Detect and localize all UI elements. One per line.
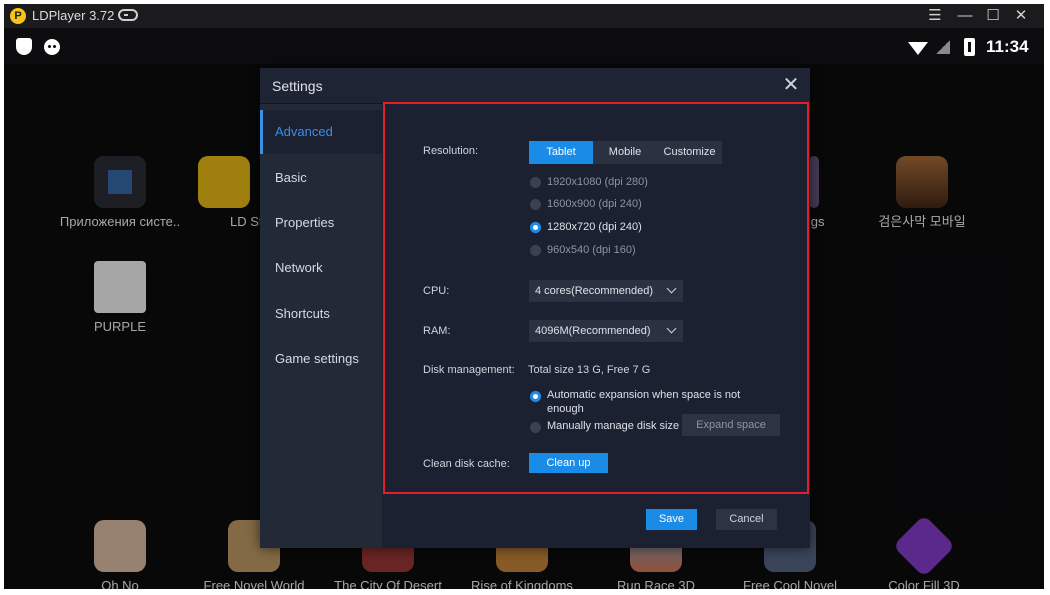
minimize-button[interactable]: —: [954, 5, 976, 27]
gamepad-icon[interactable]: [118, 9, 138, 21]
wifi-icon: [908, 42, 928, 55]
settings-sidebar: Advanced Basic Properties Network Shortc…: [260, 104, 382, 548]
battery-icon: [964, 38, 975, 56]
highlight-box: [383, 102, 809, 494]
sidebar-item-basic[interactable]: Basic: [260, 156, 382, 200]
cancel-button[interactable]: Cancel: [716, 509, 777, 530]
settings-header: Settings ✕: [260, 68, 810, 104]
sidebar-item-game-settings[interactable]: Game settings: [260, 337, 382, 381]
title-bar: P LDPlayer 3.72 ☰ — ☐ ✕: [4, 4, 1044, 28]
sidebar-item-properties[interactable]: Properties: [260, 201, 382, 245]
shield-icon: [16, 38, 32, 55]
notification-icon: [44, 39, 60, 55]
sidebar-item-shortcuts[interactable]: Shortcuts: [260, 292, 382, 336]
save-button[interactable]: Save: [646, 509, 697, 530]
maximize-button[interactable]: ☐: [982, 5, 1004, 27]
status-clock: 11:34: [986, 37, 1029, 56]
sidebar-item-network[interactable]: Network: [260, 246, 382, 290]
menu-button[interactable]: ☰: [924, 5, 946, 27]
emulator-window: P LDPlayer 3.72 ☰ — ☐ ✕ 11:34 Приложения…: [4, 4, 1044, 589]
close-window-button[interactable]: ✕: [1010, 5, 1032, 27]
ldplayer-logo-icon: P: [10, 8, 26, 24]
signal-icon: [936, 40, 950, 54]
android-status-bar: 11:34: [4, 28, 1044, 64]
settings-title: Settings: [272, 78, 323, 94]
close-icon[interactable]: ✕: [780, 74, 802, 96]
sidebar-item-advanced[interactable]: Advanced: [260, 110, 382, 154]
app-title: LDPlayer 3.72: [32, 8, 115, 23]
